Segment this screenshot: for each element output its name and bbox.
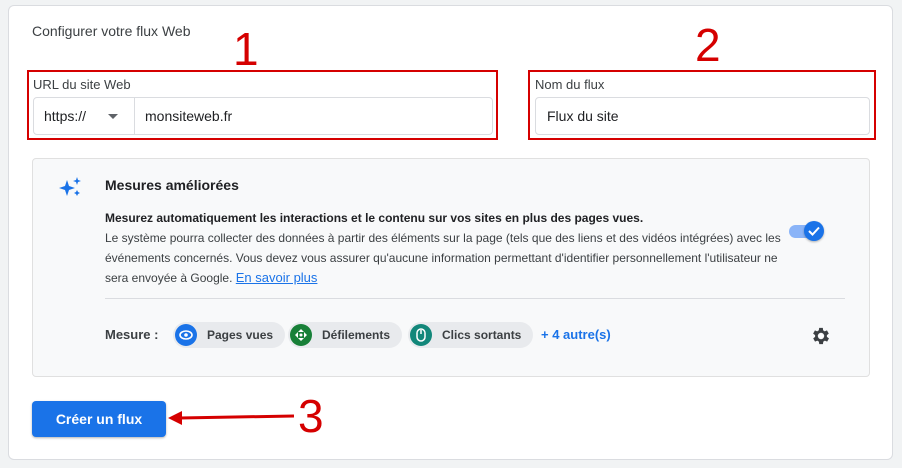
annotation-number-1: 1 [233,23,259,75]
scroll-icon [290,324,312,346]
protocol-select[interactable]: https:// [34,98,135,134]
eye-icon [175,324,197,346]
enhanced-measurement-description: Mesurez automatiquement les interactions… [105,208,795,288]
mouse-icon [410,324,432,346]
protocol-value: https:// [44,108,87,124]
more-measures-link[interactable]: + 4 autre(s) [541,327,611,342]
dropdown-arrow-icon [108,114,118,119]
enhanced-measurement-toggle[interactable] [789,221,825,241]
chip-scrolls: Défilements [288,322,403,348]
url-label: URL du site Web [33,77,131,92]
url-field: https:// monsiteweb.fr [33,97,493,135]
description-bold: Mesurez automatiquement les interactions… [105,211,644,225]
chip-page-views: Pages vues [173,322,286,348]
measure-label: Mesure : [105,327,159,342]
stream-name-input[interactable]: Flux du site [547,108,619,124]
check-icon [804,221,824,241]
chip-outbound-clicks: Clics sortants [408,322,534,348]
annotation-arrow [168,411,295,425]
chip-label: Pages vues [207,328,274,342]
enhanced-measurement-title: Mesures améliorées [105,177,239,193]
url-input[interactable]: monsiteweb.fr [145,108,232,124]
annotation-number-3: 3 [298,390,324,442]
page-title: Configurer votre flux Web [32,23,191,39]
description-text: Le système pourra collecter des données … [105,231,781,285]
chip-label: Clics sortants [442,328,522,342]
gear-icon[interactable] [810,325,832,347]
stream-name-label: Nom du flux [535,77,605,92]
sparkle-icon [59,177,81,196]
annotation-number-2: 2 [695,19,721,71]
learn-more-link[interactable]: En savoir plus [236,270,318,285]
create-stream-button[interactable]: Créer un flux [32,401,166,437]
chip-label: Défilements [322,328,391,342]
divider [105,298,845,299]
stream-name-field[interactable]: Flux du site [535,97,870,135]
